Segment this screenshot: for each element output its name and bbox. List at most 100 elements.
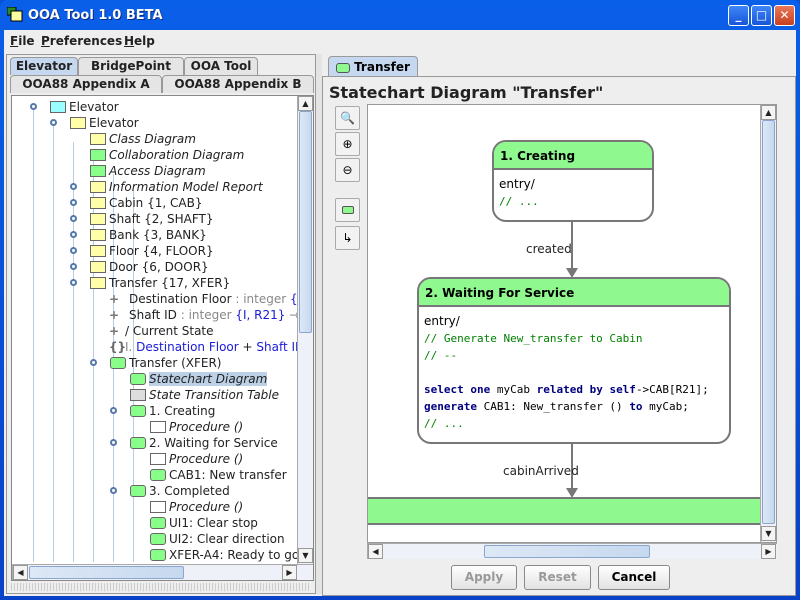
scroll-left-button[interactable]: ◀ xyxy=(13,565,28,580)
tree-node[interactable]: 3. Completed xyxy=(12,483,297,499)
scroll-down-button[interactable]: ▼ xyxy=(761,526,776,541)
menu-file[interactable]: File xyxy=(10,34,35,48)
tree-node[interactable]: Procedure () xyxy=(12,499,297,515)
tree-node[interactable]: Procedure () xyxy=(12,451,297,467)
tree-vertical-scrollbar[interactable]: ▲ ▼ xyxy=(297,96,313,564)
tab-ooa88-appendix-a[interactable]: OOA88 Appendix A xyxy=(10,75,162,93)
tree-node[interactable]: Information Model Report xyxy=(12,179,297,195)
label-part: Cabin {1, CAB} xyxy=(109,196,203,210)
tree-node[interactable]: UI2: Clear direction xyxy=(12,531,297,547)
tree-node[interactable]: + / Current State xyxy=(12,323,297,339)
tree-node[interactable]: CAB1: New transfer xyxy=(12,467,297,483)
scroll-up-button[interactable]: ▲ xyxy=(298,96,313,111)
project-tree[interactable]: Elevator Elevator Class Diagram Collaborati… xyxy=(11,95,314,581)
tree-node[interactable]: Class Diagram xyxy=(12,131,297,147)
state-completed-partial[interactable] xyxy=(368,497,762,525)
label-part: 2. Waiting for Service xyxy=(149,436,278,450)
tree-node[interactable]: + Destination Floor : integer {I, R xyxy=(12,291,313,307)
tab-ooa88-appendix-b[interactable]: OOA88 Appendix B xyxy=(162,75,314,93)
tree-node[interactable]: {} I. Destination Floor + Shaft ID xyxy=(12,339,304,355)
expand-toggle-icon[interactable] xyxy=(90,359,97,366)
minimize-button[interactable]: _ xyxy=(728,5,749,26)
tree-node[interactable]: XFER-A4: Ready to go xyxy=(12,547,299,563)
scroll-thumb[interactable] xyxy=(484,545,650,558)
tree-node[interactable]: 2. Waiting for Service xyxy=(12,435,297,451)
zoom-in-icon[interactable]: ⊕ xyxy=(335,132,360,156)
expand-toggle-icon[interactable] xyxy=(110,407,117,414)
expand-toggle-icon[interactable] xyxy=(110,487,117,494)
object-icon xyxy=(90,245,106,257)
domain-icon xyxy=(70,117,86,129)
label-part: Shaft {2, SHAFT} xyxy=(109,212,214,226)
scroll-right-button[interactable]: ▶ xyxy=(282,565,297,580)
tree-horizontal-scrollbar[interactable]: ◀ ▶ xyxy=(12,564,313,580)
scroll-up-button[interactable]: ▲ xyxy=(761,105,776,120)
add-state-icon[interactable] xyxy=(335,198,360,222)
tree-node[interactable]: Door {6, DOOR} xyxy=(12,259,297,275)
tree-node[interactable]: Statechart Diagram xyxy=(12,371,297,387)
split-divider[interactable] xyxy=(11,583,311,591)
tab-transfer[interactable]: Transfer xyxy=(328,56,418,77)
state-entry: entry/ xyxy=(499,177,535,191)
tree-node[interactable]: Procedure () xyxy=(12,419,297,435)
tree-node[interactable]: Access Diagram xyxy=(12,163,297,179)
tree-node[interactable]: UI1: Clear stop xyxy=(12,515,297,531)
maximize-button[interactable]: □ xyxy=(751,5,772,26)
expand-toggle-icon[interactable] xyxy=(70,199,77,206)
state-creating[interactable]: 1. Creating entry/ // ... xyxy=(492,140,654,222)
code-line: select one myCab related by self->CAB[R2… xyxy=(424,383,709,396)
tree-node[interactable]: Bank {3, BANK} xyxy=(12,227,297,243)
expand-toggle-icon[interactable] xyxy=(50,119,57,126)
expand-toggle-icon[interactable] xyxy=(70,231,77,238)
tab-ooa-tool[interactable]: OOA Tool xyxy=(184,57,258,75)
canvas-vertical-scrollbar[interactable]: ▲ ▼ xyxy=(760,105,776,542)
expand-toggle-icon[interactable] xyxy=(70,247,77,254)
tree-node[interactable]: Elevator xyxy=(12,115,297,131)
expand-toggle-icon[interactable] xyxy=(70,279,77,286)
cancel-button[interactable]: Cancel xyxy=(598,565,670,590)
scroll-thumb[interactable] xyxy=(299,111,312,333)
expand-toggle-icon[interactable] xyxy=(70,183,77,190)
canvas-horizontal-scrollbar[interactable]: ◀ ▶ xyxy=(367,543,777,559)
app-icon xyxy=(7,7,23,22)
apply-button[interactable]: Apply xyxy=(451,565,517,590)
tree-node-label: Procedure () xyxy=(169,451,243,467)
tree-node[interactable]: Floor {4, FLOOR} xyxy=(12,243,297,259)
reset-button[interactable]: Reset xyxy=(524,565,591,590)
project-pane: Elevator BridgePoint 4.2 OOA Tool OOA88 … xyxy=(6,54,316,594)
close-button[interactable]: ✕ xyxy=(774,5,795,26)
tree-node[interactable]: 1. Creating xyxy=(12,403,297,419)
expand-toggle-icon[interactable] xyxy=(70,263,77,270)
label-part: : integer xyxy=(231,292,290,306)
statechart-canvas[interactable]: 1. Creating entry/ // ... created 2. Wait… xyxy=(367,104,777,543)
scroll-thumb[interactable] xyxy=(762,120,775,524)
scroll-left-button[interactable]: ◀ xyxy=(368,544,383,559)
menu-preferences[interactable]: Preferences xyxy=(41,34,122,48)
event-icon xyxy=(150,533,166,545)
tab-elevator[interactable]: Elevator xyxy=(10,57,78,75)
scroll-right-button[interactable]: ▶ xyxy=(761,544,776,559)
menu-help[interactable]: Help xyxy=(124,34,155,48)
label-part: Information Model Report xyxy=(109,180,263,194)
expand-toggle-icon[interactable] xyxy=(110,439,117,446)
tree-node[interactable]: State Transition Table xyxy=(12,387,297,403)
zoom-out-icon[interactable]: ⊖ xyxy=(335,158,360,182)
tree-node[interactable]: + Shaft ID : integer {I, R21} → SI xyxy=(12,307,313,323)
expand-toggle-icon[interactable] xyxy=(70,215,77,222)
scroll-thumb[interactable] xyxy=(29,566,184,579)
tree-node[interactable]: Elevator xyxy=(12,99,297,115)
tree-node[interactable]: Collaboration Diagram xyxy=(12,147,297,163)
add-transition-icon[interactable]: ↳ xyxy=(335,226,360,250)
tree-node[interactable]: Transfer (XFER) xyxy=(12,355,297,371)
title-bar[interactable]: OOA Tool 1.0 BETA _ □ ✕ xyxy=(0,0,800,30)
expand-toggle-icon[interactable] xyxy=(30,103,37,110)
event-label-cabin-arrived[interactable]: cabinArrived xyxy=(503,464,579,478)
tree-node[interactable]: Transfer {17, XFER} xyxy=(12,275,297,291)
event-label-created[interactable]: created xyxy=(526,242,572,256)
zoom-actual-icon[interactable]: 🔍 xyxy=(335,106,360,130)
tree-node[interactable]: Shaft {2, SHAFT} xyxy=(12,211,297,227)
scroll-down-button[interactable]: ▼ xyxy=(298,548,313,563)
tree-node[interactable]: Cabin {1, CAB} xyxy=(12,195,297,211)
state-waiting-for-service[interactable]: 2. Waiting For Service entry/ // Generat… xyxy=(417,277,731,444)
tab-bridgepoint[interactable]: BridgePoint 4.2 xyxy=(78,57,184,90)
